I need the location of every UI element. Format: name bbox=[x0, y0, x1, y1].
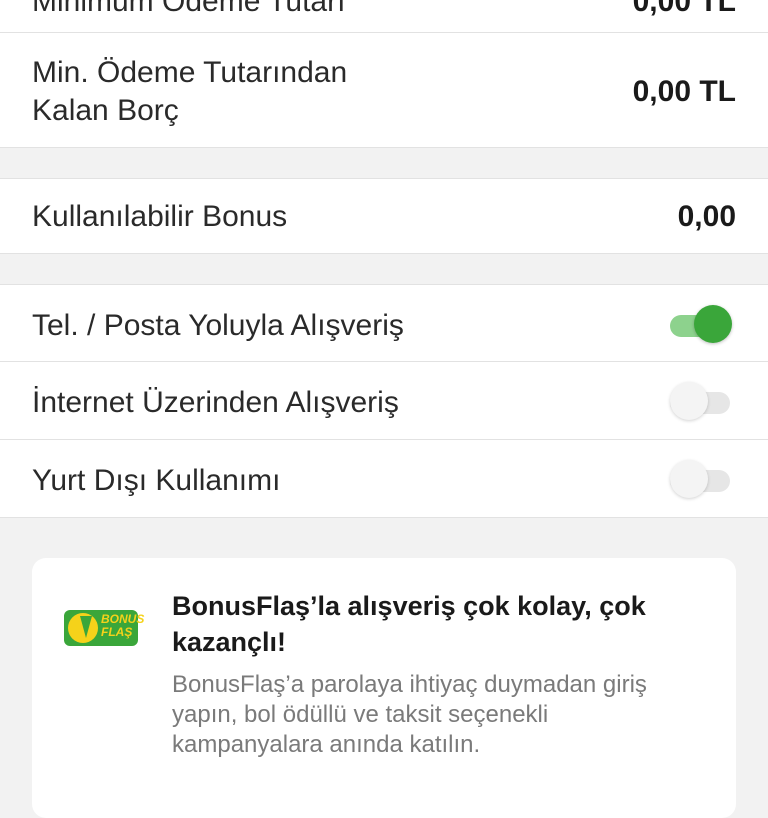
lightning-bolt-icon bbox=[80, 616, 92, 638]
toggle-row-internet[interactable]: İnternet Üzerinden Alışveriş bbox=[0, 362, 768, 440]
phone-mail-shopping-toggle[interactable] bbox=[670, 305, 732, 343]
min-payment-row: Minimum Ödeme Tutarı 0,00 TL bbox=[0, 0, 768, 33]
min-payment-label: Minimum Ödeme Tutarı bbox=[32, 0, 346, 18]
remaining-debt-label-line1: Min. Ödeme Tutarından bbox=[32, 56, 348, 89]
abroad-usage-toggle[interactable] bbox=[670, 460, 730, 498]
toggle-knob bbox=[670, 460, 708, 498]
promo-title: BonusFlaş’la alışveriş çok kolay, çok ka… bbox=[172, 591, 646, 657]
toggle-knob bbox=[694, 305, 732, 343]
toggle-row-phone-mail[interactable]: Tel. / Posta Yoluyla Alışveriş bbox=[0, 284, 768, 362]
toggle-row-abroad[interactable]: Yurt Dışı Kullanımı bbox=[0, 440, 768, 518]
toggle-label-phone-mail: Tel. / Posta Yoluyla Alışveriş bbox=[32, 309, 404, 342]
remaining-debt-label-line2: Kalan Borç bbox=[32, 94, 179, 127]
toggle-label-internet: İnternet Üzerinden Alışveriş bbox=[32, 386, 399, 419]
bonusflas-promo-card[interactable]: BONUS FLAŞ BonusFlaş’la alışveriş çok ko… bbox=[32, 558, 736, 818]
bonusflas-logo-text: BONUS FLAŞ bbox=[101, 612, 145, 639]
toggle-label-abroad: Yurt Dışı Kullanımı bbox=[32, 464, 281, 497]
remaining-debt-value: 0,00 TL bbox=[632, 75, 736, 108]
toggle-knob bbox=[670, 382, 708, 420]
bonusflas-logo: BONUS FLAŞ bbox=[64, 610, 145, 646]
bonus-value: 0,00 bbox=[677, 200, 736, 233]
bonus-row: Kullanılabilir Bonus 0,00 bbox=[0, 178, 768, 254]
min-payment-value: 0,00 TL bbox=[632, 0, 736, 18]
remaining-debt-row: Min. Ödeme Tutarından Kalan Borç 0,00 TL bbox=[0, 33, 768, 148]
internet-shopping-toggle[interactable] bbox=[670, 382, 730, 420]
bonus-label: Kullanılabilir Bonus bbox=[32, 200, 288, 233]
promo-description: BonusFlaş’a parolaya ihtiyaç duymadan gi… bbox=[172, 671, 647, 758]
